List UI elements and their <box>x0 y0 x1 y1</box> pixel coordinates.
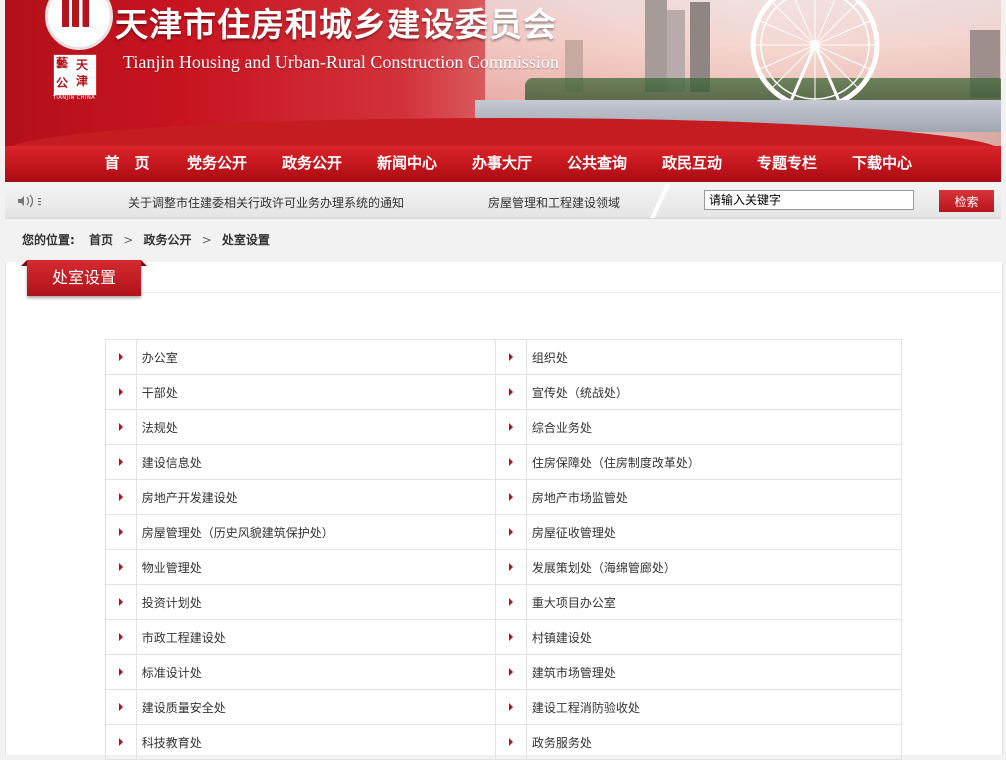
department-link[interactable]: 政务服务处 <box>525 724 903 760</box>
department-link[interactable]: 物业管理处 <box>135 549 497 585</box>
table-row: 建设信息处 住房保障处（住房制度改革处） <box>105 444 903 480</box>
bullet-arrow-icon <box>105 339 137 375</box>
department-link[interactable]: 组织处 <box>525 339 903 375</box>
table-row: 市政工程建设处 村镇建设处 <box>105 619 903 655</box>
table-row: 物业管理处 发展策划处（海绵管廊处） <box>105 549 903 585</box>
header-banner: 天津住建 藝 天 津 公 TIANJIN CHINA 天津市住房和城乡建设委员会… <box>5 0 1001 150</box>
bullet-arrow-icon <box>495 514 527 550</box>
main-nav: 首 页 党务公开 政务公开 新闻中心 办事大厅 公共查询 政民互动 专题专栏 下… <box>5 146 1001 182</box>
bullet-arrow-icon <box>495 724 527 760</box>
department-link[interactable]: 建设信息处 <box>135 444 497 480</box>
site-title: 天津市住房和城乡建设委员会 <box>115 5 557 44</box>
department-link[interactable]: 房地产市场监管处 <box>525 479 903 515</box>
nav-special-topics[interactable]: 专题专栏 <box>745 146 829 182</box>
site-title-english: Tianjin Housing and Urban-Rural Construc… <box>123 52 559 72</box>
breadcrumb: 您的位置: 首页 > 政务公开 > 处室设置 <box>22 231 270 248</box>
nav-government-affairs[interactable]: 政务公开 <box>270 146 354 182</box>
department-link[interactable]: 住房保障处（住房制度改革处） <box>525 444 903 480</box>
department-link[interactable]: 房屋管理处（历史风貌建筑保护处） <box>135 514 497 550</box>
department-link[interactable]: 标准设计处 <box>135 654 497 690</box>
bullet-arrow-icon <box>495 409 527 445</box>
breadcrumb-home[interactable]: 首页 <box>89 233 113 247</box>
department-link[interactable]: 重大项目办公室 <box>525 584 903 620</box>
nav-news-center[interactable]: 新闻中心 <box>365 146 449 182</box>
table-row: 投资计划处 重大项目办公室 <box>105 584 903 620</box>
department-link[interactable]: 法规处 <box>135 409 497 445</box>
bullet-arrow-icon <box>495 339 527 375</box>
nav-party-affairs[interactable]: 党务公开 <box>175 146 259 182</box>
notice-link[interactable]: 房屋管理和工程建设领域 <box>488 194 620 211</box>
bullet-arrow-icon <box>495 444 527 480</box>
table-row: 干部处 宣传处（统战处） <box>105 374 903 410</box>
bullet-arrow-icon <box>495 549 527 585</box>
bullet-arrow-icon <box>105 409 137 445</box>
table-row: 标准设计处 建筑市场管理处 <box>105 654 903 690</box>
search-input[interactable] <box>704 190 914 210</box>
department-link[interactable]: 科技教育处 <box>135 724 497 760</box>
bullet-arrow-icon <box>495 374 527 410</box>
notice-link[interactable]: 关于调整市住建委相关行政许可业务办理系统的通知 <box>128 194 404 211</box>
department-link[interactable]: 投资计划处 <box>135 584 497 620</box>
bullet-arrow-icon <box>105 549 137 585</box>
bullet-arrow-icon <box>105 724 137 760</box>
bullet-arrow-icon <box>105 514 137 550</box>
search-button[interactable]: 检索 <box>939 190 994 212</box>
department-link[interactable]: 综合业务处 <box>525 409 903 445</box>
nav-service-hall[interactable]: 办事大厅 <box>460 146 544 182</box>
department-link[interactable]: 建设质量安全处 <box>135 689 497 725</box>
department-link[interactable]: 建筑市场管理处 <box>525 654 903 690</box>
nav-public-query[interactable]: 公共查询 <box>555 146 639 182</box>
section-divider <box>141 292 1001 293</box>
department-link[interactable]: 干部处 <box>135 374 497 410</box>
department-link[interactable]: 市政工程建设处 <box>135 619 497 655</box>
notice-bar: 关于调整市住建委相关行政许可业务办理系统的通知 房屋管理和工程建设领域 检索 <box>5 184 1001 219</box>
department-link[interactable]: 房屋征收管理处 <box>525 514 903 550</box>
breadcrumb-current: 处室设置 <box>221 233 270 247</box>
department-link[interactable]: 发展策划处（海绵管廊处） <box>525 549 903 585</box>
bullet-arrow-icon <box>105 689 137 725</box>
bullet-arrow-icon <box>105 444 137 480</box>
seal-icon: 藝 天 津 公 <box>53 54 97 96</box>
divider <box>645 184 675 218</box>
breadcrumb-label: 您的位置: <box>22 233 75 247</box>
nav-download-center[interactable]: 下载中心 <box>840 146 924 182</box>
bullet-arrow-icon <box>495 584 527 620</box>
logo-text: 天津住建 <box>55 26 99 39</box>
bullet-arrow-icon <box>495 654 527 690</box>
speaker-icon <box>18 194 41 208</box>
bullet-arrow-icon <box>105 619 137 655</box>
bullet-arrow-icon <box>105 479 137 515</box>
department-link[interactable]: 房地产开发建设处 <box>135 479 497 515</box>
section-title: 处室设置 <box>21 260 147 296</box>
nav-interaction[interactable]: 政民互动 <box>650 146 734 182</box>
department-link[interactable]: 办公室 <box>135 339 497 375</box>
bullet-arrow-icon <box>105 654 137 690</box>
department-link[interactable]: 宣传处（统战处） <box>525 374 903 410</box>
table-row: 房地产开发建设处 房地产市场监管处 <box>105 479 903 515</box>
bullet-arrow-icon <box>495 689 527 725</box>
table-row: 建设质量安全处 建设工程消防验收处 <box>105 689 903 725</box>
table-row: 房屋管理处（历史风貌建筑保护处） 房屋征收管理处 <box>105 514 903 550</box>
department-table: 办公室 组织处 干部处 宣传处（统战处） 法规处 综合业务处 建设信息处 住房保障处（住房制度… <box>105 339 903 760</box>
table-row: 办公室 组织处 <box>105 339 903 375</box>
table-row: 科技教育处 政务服务处 <box>105 724 903 760</box>
seal-caption: TIANJIN CHINA <box>52 95 96 101</box>
department-link[interactable]: 村镇建设处 <box>525 619 903 655</box>
bullet-arrow-icon <box>105 584 137 620</box>
table-row: 法规处 综合业务处 <box>105 409 903 445</box>
breadcrumb-separator: > <box>123 233 134 247</box>
department-link[interactable]: 建设工程消防验收处 <box>525 689 903 725</box>
nav-home[interactable]: 首 页 <box>85 146 169 182</box>
bullet-arrow-icon <box>495 619 527 655</box>
bullet-arrow-icon <box>105 374 137 410</box>
breadcrumb-government-affairs[interactable]: 政务公开 <box>143 233 191 247</box>
breadcrumb-separator: > <box>201 233 212 247</box>
bullet-arrow-icon <box>495 479 527 515</box>
